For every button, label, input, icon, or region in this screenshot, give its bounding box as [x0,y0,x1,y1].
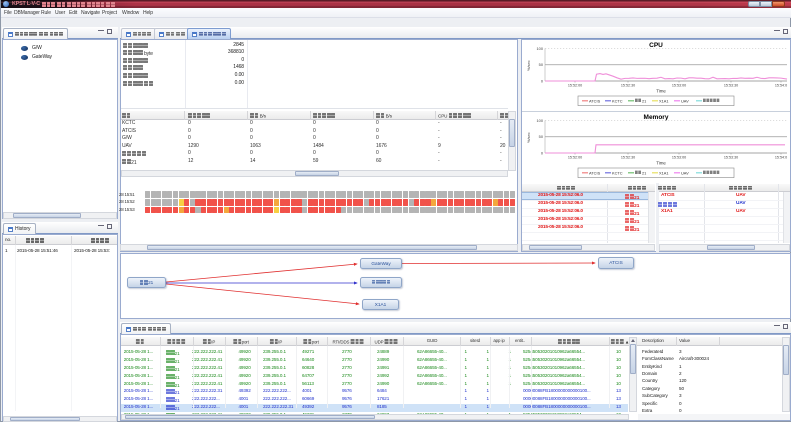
svg-text:100: 100 [537,46,544,51]
svg-text:15:52:30: 15:52:30 [621,156,635,160]
svg-text:Time: Time [656,161,666,166]
svg-text:15:53:30: 15:53:30 [724,84,738,88]
svg-text:100: 100 [537,118,544,123]
svg-text:15:54:0: 15:54:0 [775,84,787,88]
svg-text:15:52:00: 15:52:00 [568,84,582,88]
svg-text:21: 21 [642,98,646,103]
svg-text:ATCIS: ATCIS [589,98,601,103]
svg-text:0: 0 [541,151,544,156]
svg-text:ATCIS: ATCIS [589,170,601,175]
svg-text:21: 21 [642,170,646,175]
svg-text:15:54:0: 15:54:0 [775,156,787,160]
svg-text:KCTC: KCTC [612,98,623,103]
svg-text:%/sec: %/sec [526,132,531,143]
svg-text:50: 50 [539,62,544,67]
svg-text:15:52:00: 15:52:00 [568,156,582,160]
svg-text:Time: Time [656,89,666,94]
svg-text:15:52:30: 15:52:30 [621,84,635,88]
svg-text:0: 0 [541,79,544,84]
svg-text:CPU: CPU [649,42,663,49]
svg-text:X1A1: X1A1 [659,98,669,103]
svg-text:UAV: UAV [681,98,689,103]
svg-text:Memory: Memory [644,114,669,121]
svg-text:15:53:00: 15:53:00 [672,156,686,160]
svg-text:50: 50 [539,134,544,139]
svg-text:%/sec: %/sec [526,60,531,71]
svg-text:15:53:00: 15:53:00 [672,84,686,88]
svg-text:KCTC: KCTC [612,170,623,175]
svg-text:X1A1: X1A1 [659,170,669,175]
svg-text:UAV: UAV [681,170,689,175]
svg-text:15:53:30: 15:53:30 [724,156,738,160]
